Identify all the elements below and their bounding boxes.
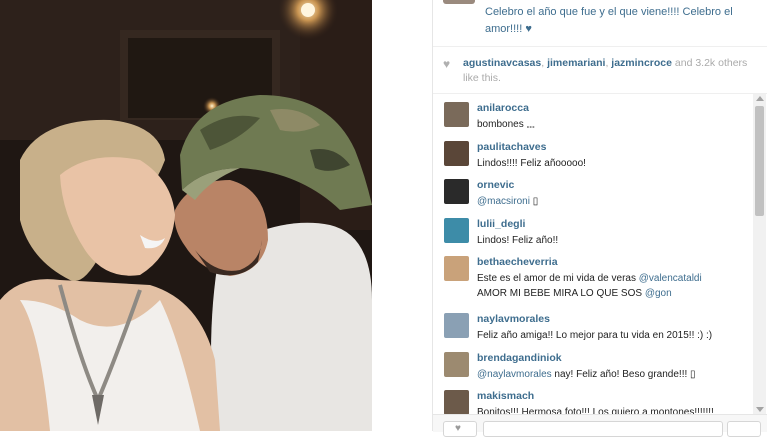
heart-icon: ♥ [455, 423, 461, 434]
avatar[interactable] [444, 179, 469, 204]
comment-item: bethaecheverria Este es el amor de mi vi… [433, 248, 751, 305]
post-photo [0, 0, 372, 431]
mention-link[interactable]: @gon [645, 288, 672, 299]
avatar[interactable] [444, 313, 469, 338]
comments-panel: Celebro el año que fue y el que viene!!!… [432, 0, 767, 437]
comment-username[interactable]: ornevic [477, 179, 514, 191]
comment-text: Feliz año amiga!! Lo mejor para tu vida … [477, 330, 713, 341]
comment-username[interactable]: naylavmorales [477, 313, 550, 325]
comment-username[interactable]: anilarocca [477, 102, 529, 114]
scroll-up-icon[interactable] [756, 96, 764, 101]
avatar[interactable] [444, 390, 469, 414]
likes-text: agustinavcasas, jimemariani, jazmincroce… [463, 57, 748, 84]
comment-input[interactable] [483, 421, 723, 437]
comment-text: @naylavmorales nay! Feliz año! Beso gran… [477, 368, 696, 380]
likes-section: ♥ agustinavcasas, jimemariani, jazmincro… [433, 47, 767, 94]
comment-item: paulitachaves Lindos!!!! Feliz añooooo! [433, 133, 751, 172]
comment-username[interactable]: paulitachaves [477, 141, 546, 153]
scroll-down-icon[interactable] [756, 407, 764, 412]
avatar[interactable] [444, 256, 469, 281]
mention-link[interactable]: @naylavmorales [477, 369, 552, 380]
like-button[interactable]: ♥ [443, 421, 477, 437]
comment-item: naylavmorales Feliz año amiga!! Lo mejor… [433, 305, 751, 344]
comment-text: Lindos! Feliz año!! [477, 234, 559, 246]
comment-text: Este es el amor de mi vida de veras @val… [477, 273, 702, 299]
avatar[interactable] [444, 351, 469, 377]
comment-username[interactable]: lulii_degli [477, 218, 525, 230]
owner-avatar[interactable] [443, 0, 475, 4]
comments-scrollbar[interactable] [753, 94, 766, 414]
mention-link[interactable]: @valencataldi [639, 273, 702, 284]
caption-section: Celebro el año que fue y el que viene!!!… [433, 0, 767, 47]
comment-item: brendagandiniok @naylavmorales nay! Feli… [433, 344, 751, 383]
comment-text: @macsironi ▯ [477, 196, 539, 207]
avatar[interactable] [444, 102, 469, 127]
comment-item: makismach Bonitos!!! Hermosa foto!!! Los… [433, 382, 751, 414]
caption-text: Celebro el año que fue y el que viene!!!… [485, 6, 733, 35]
comment-item: ornevic @macsironi ▯ [433, 171, 751, 210]
comment-item: lulii_degli Lindos! Feliz año!! [433, 210, 751, 249]
comment-text: Bonitos!!! Hermosa foto!!! Los quiero a … [477, 407, 714, 414]
comment-username[interactable]: makismach [477, 390, 534, 402]
comment-text: bombones 𓈒𓈒𓈒 [477, 119, 535, 130]
liker-link[interactable]: jazmincroce [611, 57, 672, 69]
liker-link[interactable]: jimemariani [547, 57, 605, 69]
comment-list: anilarocca bombones 𓈒𓈒𓈒 paulitachaves Li… [433, 94, 751, 414]
comment-text: Lindos!!!! Feliz añooooo! [477, 157, 586, 169]
gap [372, 0, 432, 431]
mention-link[interactable]: @macsironi [477, 196, 530, 207]
scroll-thumb[interactable] [755, 106, 764, 216]
avatar[interactable] [444, 217, 469, 243]
avatar[interactable] [444, 140, 469, 166]
more-options-button[interactable] [727, 421, 761, 437]
action-bar: ♥ [433, 414, 767, 437]
comment-username[interactable]: brendagandiniok [477, 352, 562, 364]
comment-username[interactable]: bethaecheverria [477, 256, 558, 268]
comment-item: anilarocca bombones 𓈒𓈒𓈒 [433, 94, 751, 133]
liker-link[interactable]: agustinavcasas [463, 57, 541, 69]
heart-icon: ♥ [443, 57, 451, 71]
